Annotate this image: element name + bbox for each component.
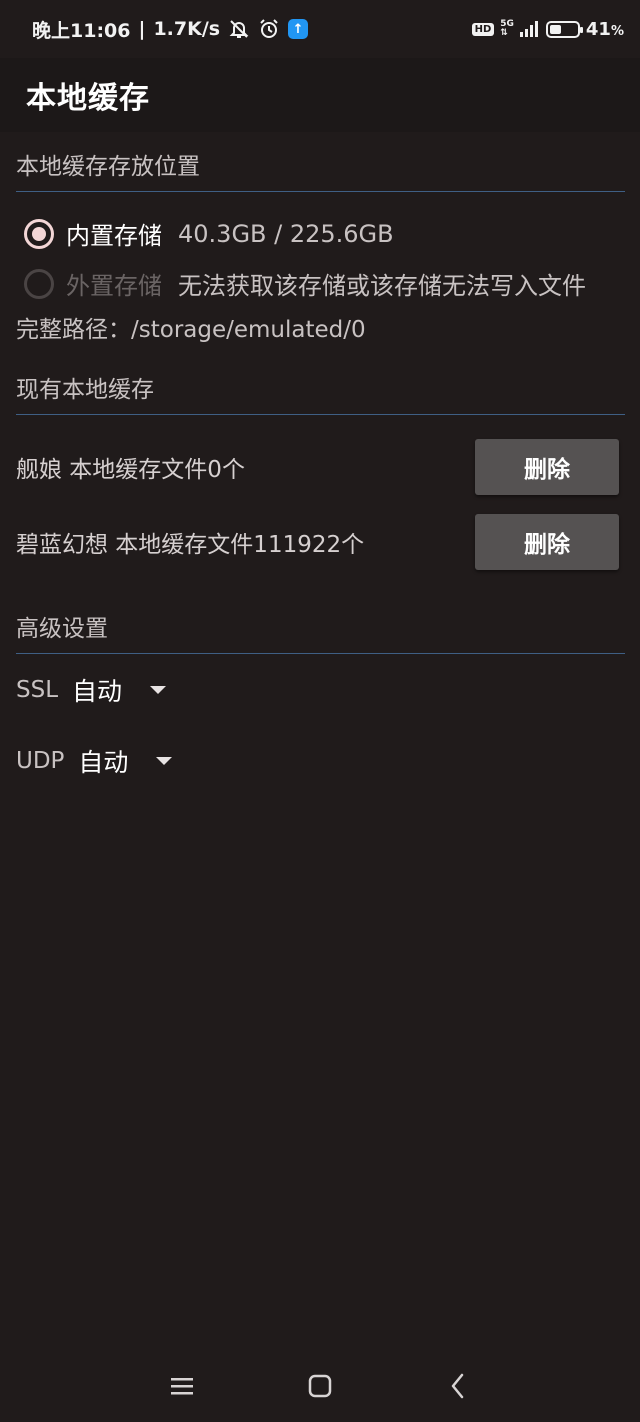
internal-storage-label: 内置存储 xyxy=(66,222,162,250)
screen: 晚上11:06 | 1.7K/s ↑ HD 5G ⇅ 41% 本地缓存 本地缓存… xyxy=(0,0,640,1422)
internal-storage-capacity: 40.3GB / 225.6GB xyxy=(178,219,394,248)
status-speed: 1.7K/s xyxy=(153,18,221,40)
external-storage-info: 无法获取该存储或该存储无法写入文件 xyxy=(178,272,586,300)
radio-external-storage: 外置存储 无法获取该存储或该存储无法写入文件 xyxy=(24,266,586,301)
upload-icon: ↑ xyxy=(288,19,309,39)
cache-item-text: 舰娘 本地缓存文件0个 xyxy=(16,457,245,483)
dropdown-arrow-icon xyxy=(150,686,167,694)
ssl-setting: SSL 自动 xyxy=(16,672,167,708)
radio-internal-storage[interactable]: 内置存储 40.3GB / 225.6GB xyxy=(24,216,394,251)
status-bar: 晚上11:06 | 1.7K/s ↑ HD 5G ⇅ 41% xyxy=(0,0,640,58)
radio-button-checked-icon[interactable] xyxy=(24,218,54,249)
ssl-dropdown[interactable]: 自动 xyxy=(72,672,167,708)
udp-value: 自动 xyxy=(78,748,129,777)
full-path-value: /storage/emulated/0 xyxy=(131,317,366,343)
section-header-storage: 本地缓存存放位置 xyxy=(16,132,625,192)
alarm-icon xyxy=(258,18,280,40)
radio-dot xyxy=(32,226,46,241)
ssl-value: 自动 xyxy=(72,677,123,706)
cache-item-text: 碧蓝幻想 本地缓存文件111922个 xyxy=(16,532,365,558)
full-path-label: 完整路径： xyxy=(16,317,131,343)
full-path: 完整路径：/storage/emulated/0 xyxy=(16,310,366,344)
menu-icon[interactable] xyxy=(168,1372,196,1400)
radio-button-unchecked-icon xyxy=(24,268,54,299)
udp-setting: UDP 自动 xyxy=(16,743,173,779)
battery-fill xyxy=(549,24,561,34)
app-bar: 本地缓存 xyxy=(0,58,640,132)
status-left: 晚上11:06 | 1.7K/s ↑ xyxy=(32,16,309,43)
cache-item-kancolle: 舰娘 本地缓存文件0个 删除 xyxy=(16,439,619,495)
cache-item-granblue: 碧蓝幻想 本地缓存文件111922个 删除 xyxy=(16,514,619,570)
udp-dropdown[interactable]: 自动 xyxy=(78,743,173,779)
delete-kancolle-cache-button[interactable]: 删除 xyxy=(475,439,619,495)
data-arrows-icon: ⇅ xyxy=(500,28,508,38)
page-title: 本地缓存 xyxy=(26,81,150,116)
network-type: 5G ⇅ xyxy=(500,20,514,38)
hd-icon: HD xyxy=(471,22,495,36)
battery-value: 41 xyxy=(585,18,611,40)
section-header-cache: 现有本地缓存 xyxy=(16,355,625,415)
battery-icon xyxy=(545,20,583,38)
home-icon[interactable] xyxy=(306,1372,334,1400)
back-icon[interactable] xyxy=(444,1372,472,1400)
section-header-advanced: 高级设置 xyxy=(16,594,625,654)
navigation-bar xyxy=(0,1350,640,1422)
status-right: HD 5G ⇅ 41% xyxy=(471,19,624,40)
status-time: 晚上11:06 xyxy=(32,19,131,42)
battery-percent: 41% xyxy=(586,19,624,40)
external-storage-label: 外置存储 xyxy=(66,272,162,300)
dropdown-arrow-icon xyxy=(156,757,173,765)
delete-granblue-cache-button[interactable]: 删除 xyxy=(475,514,619,570)
mute-icon xyxy=(228,18,250,40)
signal-icon xyxy=(519,21,540,37)
udp-label: UDP xyxy=(16,748,65,774)
battery-unit: % xyxy=(610,23,624,39)
status-separator: | xyxy=(138,18,146,40)
ssl-label: SSL xyxy=(16,677,59,703)
